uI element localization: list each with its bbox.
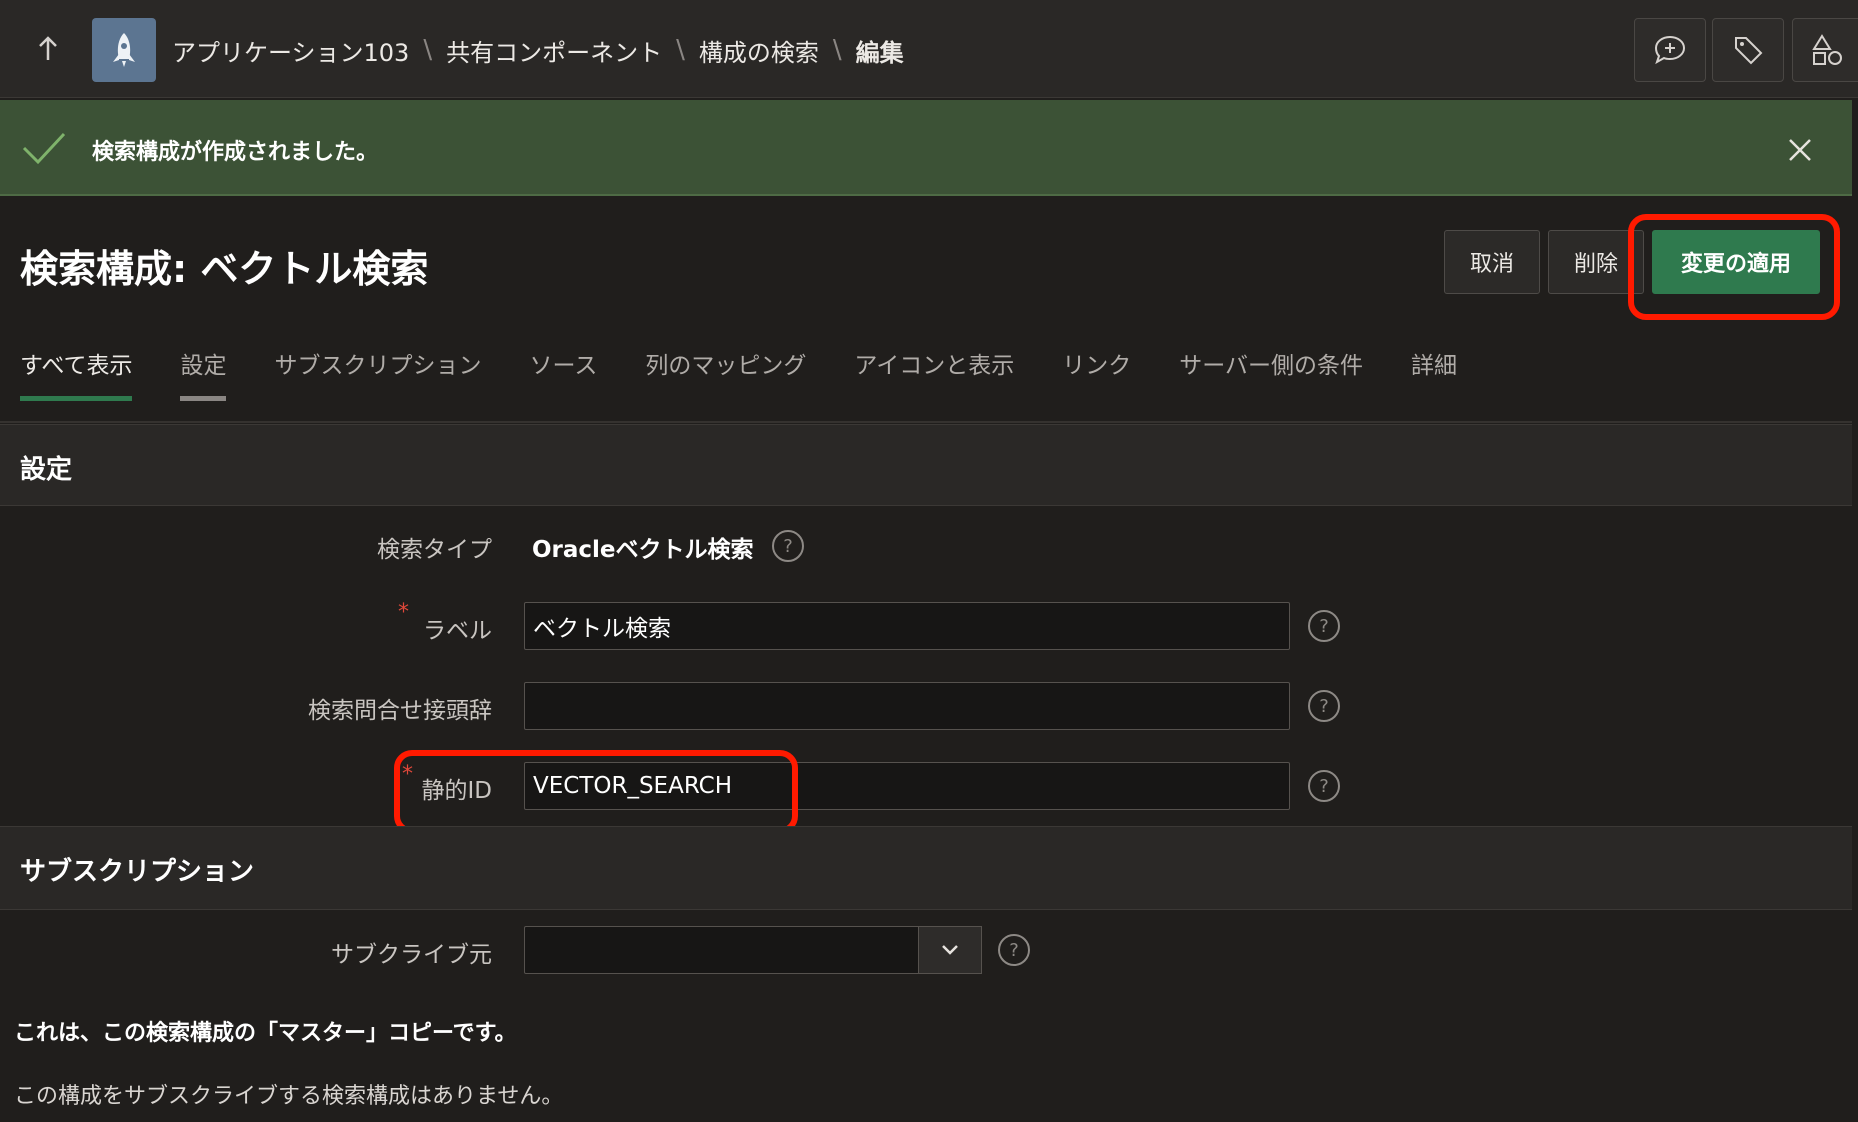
- tab-icon-display[interactable]: アイコンと表示: [854, 346, 1014, 396]
- top-toolbar: アプリケーション103 \ 共有コンポーネント \ 構成の検索 \ 編集: [0, 0, 1858, 98]
- settings-section-title: 設定: [20, 455, 73, 485]
- apply-changes-button[interactable]: 変更の適用: [1652, 230, 1820, 294]
- up-arrow-icon[interactable]: [30, 30, 66, 68]
- required-marker: *: [398, 600, 409, 625]
- tab-details[interactable]: 詳細: [1411, 346, 1457, 396]
- search-type-value: Oracleベクトル検索: [532, 537, 754, 563]
- subscribe-from-select[interactable]: [524, 926, 920, 974]
- subscription-section-header: サブスクリプション: [0, 826, 1852, 910]
- shapes-icon: [1812, 34, 1842, 65]
- banner-message: 検索構成が作成されました。: [92, 140, 379, 165]
- tab-link[interactable]: リンク: [1062, 346, 1131, 396]
- rocket-icon[interactable]: [92, 18, 156, 82]
- tab-settings[interactable]: 設定: [180, 346, 227, 401]
- breadcrumb-separator: \: [676, 35, 685, 65]
- shapes-button[interactable]: [1792, 18, 1858, 82]
- dropdown-button[interactable]: [918, 926, 982, 974]
- search-prefix-label: 検索問合せ接頭辞: [308, 698, 492, 724]
- breadcrumb-edit: 編集: [855, 38, 904, 67]
- help-icon[interactable]: ?: [1308, 770, 1340, 802]
- static-id-label: 静的ID: [421, 778, 493, 804]
- settings-section-header: 設定: [0, 424, 1852, 506]
- tab-subscription[interactable]: サブスクリプション: [274, 346, 481, 396]
- comment-add-icon: [1654, 35, 1686, 65]
- breadcrumb-application[interactable]: アプリケーション103: [172, 33, 409, 68]
- cancel-button[interactable]: 取消: [1444, 230, 1540, 294]
- label-field-label: ラベル: [423, 618, 492, 644]
- master-copy-note: これは、この検索構成の「マスター」コピーです。: [14, 1021, 517, 1046]
- tabs-divider: [0, 421, 1852, 423]
- no-subscribers-note: この構成をサブスクライブする検索構成はありません。: [14, 1084, 564, 1109]
- subscribe-from-label: サブクライブ元: [331, 942, 492, 968]
- required-marker: *: [402, 762, 413, 787]
- help-icon[interactable]: ?: [772, 530, 804, 562]
- tab-bar: すべて表示 設定 サブスクリプション ソース 列のマッピング アイコンと表示 リ…: [20, 346, 1505, 406]
- label-input[interactable]: ベクトル検索: [524, 602, 1290, 650]
- search-prefix-input[interactable]: [524, 682, 1290, 730]
- breadcrumb-shared-components[interactable]: 共有コンポーネント: [446, 33, 662, 68]
- success-banner: 検索構成が作成されました。: [0, 100, 1852, 196]
- tag-button[interactable]: [1712, 18, 1784, 82]
- tab-server-side-condition[interactable]: サーバー側の条件: [1179, 346, 1363, 396]
- search-type-label: 検索タイプ: [377, 537, 492, 563]
- tab-source[interactable]: ソース: [529, 346, 597, 396]
- breadcrumb: アプリケーション103 \ 共有コンポーネント \ 構成の検索 \ 編集: [172, 30, 904, 70]
- static-id-input[interactable]: VECTOR_SEARCH: [524, 762, 1290, 810]
- tab-show-all[interactable]: すべて表示: [20, 346, 133, 401]
- breadcrumb-search-config[interactable]: 構成の検索: [699, 33, 819, 68]
- subscription-section-title: サブスクリプション: [20, 857, 255, 887]
- comment-add-button[interactable]: [1634, 18, 1706, 82]
- check-icon: [20, 128, 68, 168]
- help-icon[interactable]: ?: [1308, 690, 1340, 722]
- tag-icon: [1735, 37, 1763, 65]
- delete-button[interactable]: 削除: [1548, 230, 1644, 294]
- close-icon[interactable]: [1782, 132, 1818, 168]
- breadcrumb-separator: \: [832, 35, 842, 65]
- page-title: 検索構成: ベクトル検索: [20, 247, 429, 291]
- help-icon[interactable]: ?: [998, 934, 1030, 966]
- breadcrumb-separator: \: [423, 35, 433, 65]
- tab-column-mapping[interactable]: 列のマッピング: [645, 346, 806, 396]
- chevron-down-icon: [942, 945, 958, 955]
- help-icon[interactable]: ?: [1308, 610, 1340, 642]
